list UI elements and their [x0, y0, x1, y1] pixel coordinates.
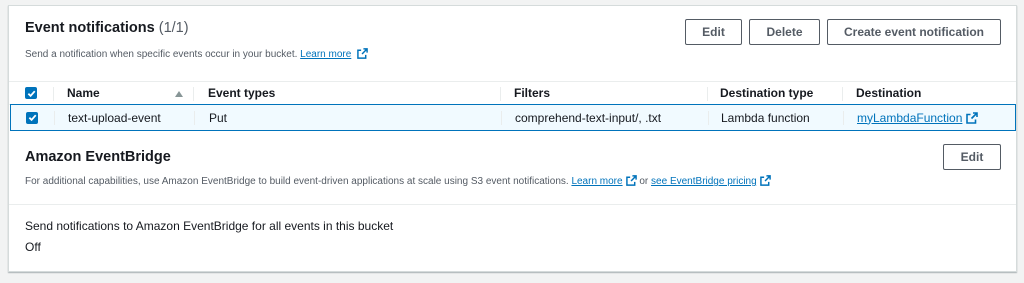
- eventbridge-setting-label: Send notifications to Amazon EventBridge…: [25, 219, 394, 233]
- table-header: Name Event types Filters Destination typ…: [9, 81, 1016, 105]
- column-divider: [501, 111, 502, 125]
- column-divider: [194, 111, 195, 125]
- external-link-icon[interactable]: [625, 175, 637, 186]
- external-link-icon[interactable]: [357, 48, 368, 59]
- column-header-destination[interactable]: Destination: [856, 82, 921, 104]
- eventbridge-title: Amazon EventBridge: [25, 149, 171, 165]
- eventbridge-edit-button[interactable]: Edit: [943, 144, 1001, 170]
- section-divider: [9, 204, 1016, 205]
- cell-name: text-upload-event: [68, 110, 161, 125]
- checkbox-checked-icon: [25, 87, 37, 99]
- notification-count: (1/1): [158, 20, 189, 36]
- event-notifications-description: Send a notification when specific events…: [25, 48, 368, 60]
- delete-button[interactable]: Delete: [749, 19, 820, 45]
- eventbridge-setting-value: Off: [25, 240, 41, 254]
- eventbridge-pricing-link[interactable]: see EventBridge pricing: [651, 176, 757, 187]
- column-header-event-types[interactable]: Event types: [208, 82, 275, 104]
- select-all-checkbox[interactable]: [25, 82, 37, 104]
- column-header-filters[interactable]: Filters: [514, 82, 550, 104]
- table-row[interactable]: text-upload-event Put comprehend-text-in…: [10, 104, 1016, 131]
- column-divider: [500, 87, 501, 101]
- column-divider: [53, 87, 54, 101]
- checkbox-checked-icon: [26, 111, 38, 124]
- description-text: Send a notification when specific events…: [25, 49, 298, 60]
- eventbridge-description-text: For additional capabilities, use Amazon …: [25, 176, 569, 187]
- column-header-destination-type[interactable]: Destination type: [720, 82, 813, 104]
- external-link-icon[interactable]: [759, 175, 771, 186]
- column-divider: [842, 87, 843, 101]
- create-event-notification-button[interactable]: Create event notification: [827, 19, 1001, 45]
- event-notifications-title: Event notifications (1/1): [25, 20, 189, 36]
- column-divider: [707, 87, 708, 101]
- or-text: or: [639, 176, 649, 187]
- cell-destination-type: Lambda function: [721, 110, 810, 125]
- eventbridge-description: For additional capabilities, use Amazon …: [25, 175, 771, 187]
- edit-button[interactable]: Edit: [685, 19, 742, 45]
- eventbridge-learn-more-link[interactable]: Learn more: [571, 176, 622, 187]
- destination-link[interactable]: myLambdaFunction: [857, 111, 962, 125]
- external-link-icon[interactable]: [966, 111, 979, 124]
- column-divider: [54, 111, 55, 125]
- sort-ascending-icon[interactable]: [175, 91, 183, 97]
- column-divider: [843, 111, 844, 125]
- column-header-name[interactable]: Name: [67, 82, 100, 104]
- learn-more-link[interactable]: Learn more: [300, 49, 351, 60]
- cell-destination: myLambdaFunction: [857, 105, 979, 130]
- column-divider: [708, 111, 709, 125]
- row-checkbox[interactable]: [26, 105, 38, 130]
- column-divider: [193, 87, 194, 101]
- cell-event-types: Put: [209, 110, 228, 125]
- event-notifications-panel: Event notifications (1/1) Send a notific…: [8, 5, 1017, 272]
- cell-filters: comprehend-text-input/, .txt: [515, 110, 662, 125]
- section-title: Event notifications: [25, 20, 155, 36]
